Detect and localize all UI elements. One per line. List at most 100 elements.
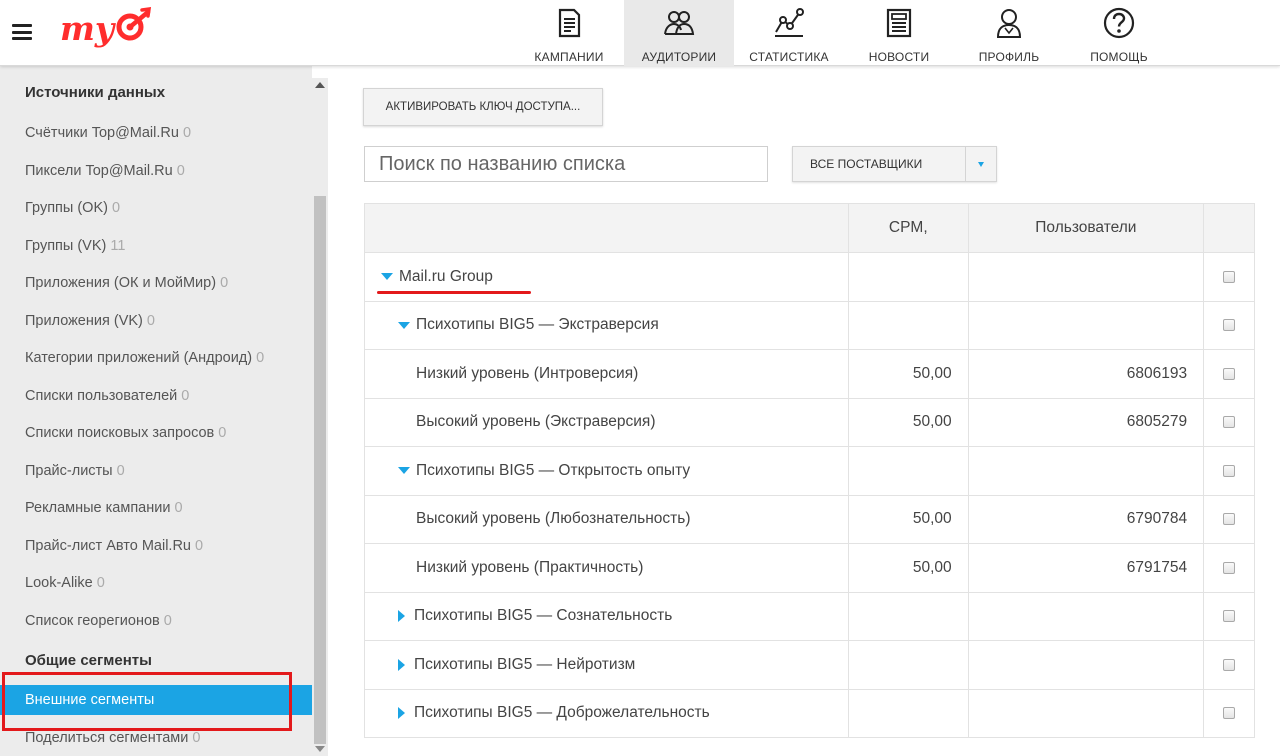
row-checkbox[interactable]	[1223, 658, 1236, 671]
list-search-input[interactable]	[364, 146, 768, 182]
row-name: Психотипы BIG5 — Нейротизм	[414, 655, 636, 673]
profile-icon	[992, 6, 1026, 45]
sidebar-item-label: Приложения (VK)	[25, 312, 143, 329]
expand-triangle-icon[interactable]	[398, 467, 410, 475]
collapse-triangle-icon[interactable]	[398, 707, 405, 720]
nav-label: АУДИТОРИИ	[641, 50, 717, 64]
hamburger-menu-icon[interactable]	[12, 24, 32, 40]
sidebar-item[interactable]: Look-Alike 0	[0, 568, 312, 598]
sidebar-item[interactable]: Списки пользователей 0	[0, 381, 312, 411]
table-row[interactable]: Низкий уровень (Интроверсия) 50,00 6806193	[365, 350, 1254, 399]
row-select-cell	[1204, 496, 1254, 544]
sidebar-item-count: 0	[195, 537, 204, 554]
row-checkbox[interactable]	[1223, 319, 1236, 332]
row-select-cell	[1204, 690, 1254, 738]
chevron-down-icon	[978, 162, 984, 167]
top-header: my КАМПАНИИ АУДИТОРИИ СТАТИСТИКА НОВОСТИ ПРО…	[0, 0, 1280, 66]
nav-campaigns[interactable]: КАМПАНИИ	[514, 0, 624, 66]
sidebar-section-title-shared: Общие сегменты	[25, 652, 152, 669]
table-row[interactable]: Психотипы BIG5 — Сознательность	[365, 592, 1254, 641]
table-row[interactable]: Психотипы BIG5 — Открытость опыту	[365, 447, 1254, 496]
sidebar-item[interactable]: Категории приложений (Андроид) 0	[0, 343, 312, 373]
scroll-thumb[interactable]	[314, 196, 326, 744]
sidebar-item-label: Пиксели Top@Mail.Ru	[25, 162, 173, 179]
sidebar-item-count: 0	[181, 387, 190, 404]
segments-table: CPM, Пользователи Mail.ru Group Психотипы…	[364, 203, 1255, 738]
row-cpm-cell	[849, 689, 969, 737]
row-checkbox[interactable]	[1223, 367, 1236, 380]
row-users-cell	[969, 592, 1205, 640]
row-checkbox[interactable]	[1223, 464, 1236, 477]
audiences-icon	[662, 6, 696, 45]
row-cpm: 50,00	[912, 510, 952, 528]
col-header-cpm[interactable]: CPM,	[849, 204, 969, 252]
row-name: Высокий уровень (Экстраверсия)	[416, 413, 656, 431]
row-name-cell: Высокий уровень (Любознательность)	[365, 495, 849, 543]
row-checkbox[interactable]	[1223, 513, 1236, 526]
sidebar-item[interactable]: Приложения (ОК и МойМир) 0	[0, 268, 312, 298]
row-name-cell: Низкий уровень (Интроверсия)	[365, 350, 849, 398]
table-row[interactable]: Низкий уровень (Практичность) 50,00 679175…	[365, 544, 1254, 593]
row-checkbox[interactable]	[1223, 610, 1236, 623]
sidebar-item-count: 0	[163, 612, 172, 629]
provider-select[interactable]: ВСЕ ПОСТАВЩИКИ	[792, 146, 997, 182]
sidebar-item[interactable]: Приложения (VK) 0	[0, 306, 312, 336]
red-underline-annotation	[377, 291, 531, 294]
table-row[interactable]: Высокий уровень (Любознательность) 50,00 6…	[365, 495, 1254, 544]
row-name: Высокий уровень (Любознательность)	[416, 510, 691, 528]
collapse-triangle-icon[interactable]	[398, 658, 405, 671]
campaigns-icon	[552, 6, 586, 45]
nav-statistics[interactable]: СТАТИСТИКА	[734, 0, 844, 66]
row-users-cell	[969, 689, 1205, 737]
col-header-users[interactable]: Пользователи	[969, 204, 1205, 252]
nav-audiences[interactable]: АУДИТОРИИ	[624, 0, 734, 66]
table-row[interactable]: Mail.ru Group	[365, 253, 1254, 302]
collapse-triangle-icon[interactable]	[398, 610, 405, 623]
nav-help[interactable]: ПОМОЩЬ	[1064, 0, 1174, 66]
table-row[interactable]: Психотипы BIG5 — Экстраверсия	[365, 301, 1254, 350]
sidebar-item[interactable]: Поделиться сегментами 0	[0, 723, 312, 753]
row-users-cell: 6791754	[969, 544, 1205, 592]
sidebar-item[interactable]: Прайс-лист Авто Mail.Ru 0	[0, 531, 312, 561]
sidebar-item[interactable]: Списки поисковых запросов 0	[0, 418, 312, 448]
sidebar-item[interactable]: Пиксели Top@Mail.Ru 0	[0, 156, 312, 186]
scroll-up-arrow-icon[interactable]	[315, 82, 325, 88]
row-select-cell	[1204, 253, 1254, 301]
mytarget-logo[interactable]: my	[58, 6, 154, 54]
table-row[interactable]: Высокий уровень (Экстраверсия) 50,00 68052…	[365, 398, 1254, 447]
row-select-cell	[1204, 302, 1254, 350]
sidebar-item[interactable]: Группы (OK) 0	[0, 193, 312, 223]
row-checkbox[interactable]	[1223, 416, 1236, 429]
expand-triangle-icon[interactable]	[381, 273, 393, 281]
sidebar-section-title: Источники данных	[25, 84, 166, 101]
expand-triangle-icon[interactable]	[398, 321, 410, 329]
nav-label: ПОМОЩЬ	[1090, 50, 1148, 64]
sidebar-item[interactable]: Группы (VK) 11	[0, 231, 312, 261]
row-cpm: 50,00	[912, 364, 952, 382]
sidebar-item[interactable]: Рекламные кампании 0	[0, 493, 312, 523]
row-select-cell	[1204, 399, 1254, 447]
scroll-down-arrow-icon[interactable]	[315, 746, 325, 752]
row-checkbox[interactable]	[1223, 270, 1236, 283]
activate-key-button[interactable]: АКТИВИРОВАТЬ КЛЮЧ ДОСТУПА...	[363, 88, 603, 126]
row-select-cell	[1204, 544, 1254, 592]
sidebar-item[interactable]: Список георегионов 0	[0, 606, 312, 636]
sidebar-item-label: Приложения (ОК и МойМир)	[25, 275, 217, 291]
table-row[interactable]: Психотипы BIG5 — Нейротизм	[365, 641, 1254, 690]
row-name: Психотипы BIG5 — Сознательность	[414, 607, 673, 625]
sidebar-item[interactable]: Прайс-листы 0	[0, 456, 312, 486]
sidebar-item[interactable]: Внешние сегменты	[0, 685, 312, 715]
nav-profile[interactable]: ПРОФИЛЬ	[954, 0, 1064, 66]
row-users-cell: 6790784	[969, 495, 1205, 543]
table-row[interactable]: Психотипы BIG5 — Доброжелательность	[365, 689, 1254, 738]
sidebar-item-label: Списки пользователей	[25, 387, 178, 404]
row-cpm-cell	[849, 641, 969, 689]
row-checkbox[interactable]	[1223, 561, 1236, 574]
sidebar-item-label: Поделиться сегментами	[25, 729, 189, 746]
sidebar-item[interactable]: Счётчики Top@Mail.Ru 0	[0, 118, 312, 148]
sidebar-scrollbar[interactable]	[312, 78, 328, 756]
sidebar-item-label: Группы (VK)	[25, 237, 107, 254]
row-checkbox[interactable]	[1223, 707, 1236, 720]
row-select-cell	[1204, 641, 1254, 689]
nav-news[interactable]: НОВОСТИ	[844, 0, 954, 66]
